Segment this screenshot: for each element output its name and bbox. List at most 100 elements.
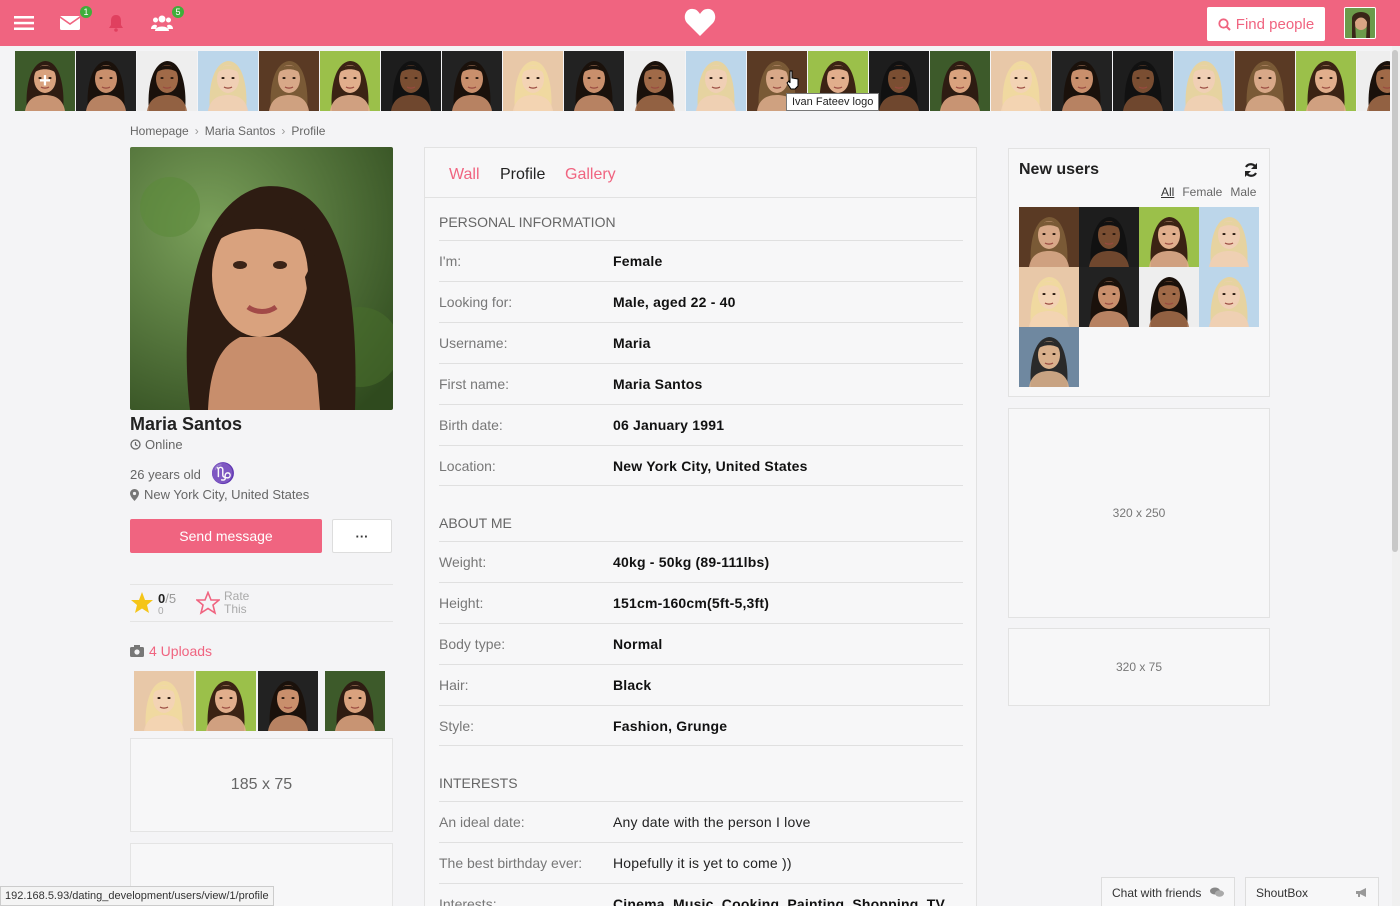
info-label: Weight:	[439, 554, 487, 570]
user-avatar[interactable]	[1344, 7, 1376, 39]
new-user-thumbnail[interactable]	[1079, 267, 1139, 327]
chat-with-friends-tab[interactable]: Chat with friends	[1101, 877, 1235, 906]
map-marker-icon	[130, 488, 139, 501]
chat-bubbles-icon	[1210, 887, 1224, 897]
rating-max: /5	[165, 591, 177, 606]
messages-badge: 1	[80, 6, 92, 18]
friends-icon[interactable]: 5	[150, 6, 184, 34]
refresh-icon[interactable]	[1243, 162, 1259, 178]
strip-member-photo[interactable]	[930, 51, 990, 111]
profile-age: 26 years old ♑	[130, 464, 236, 484]
search-icon	[1218, 17, 1231, 31]
strip-member-photo[interactable]	[503, 51, 563, 111]
profile-details-panel: Wall Profile Gallery PERSONAL INFORMATIO…	[424, 147, 977, 906]
page-scrollbar-thumb[interactable]	[1392, 50, 1398, 552]
messages-icon[interactable]: 1	[58, 6, 92, 34]
profile-photo[interactable]	[130, 147, 393, 410]
strip-member-photo[interactable]	[625, 51, 685, 111]
find-people-button[interactable]: Find people	[1207, 7, 1325, 41]
filter-female[interactable]: Female	[1182, 185, 1222, 199]
ad-banner-320x250[interactable]: 320 x 250	[1008, 408, 1270, 618]
info-label: I'm:	[439, 253, 462, 269]
strip-member-photo[interactable]	[1296, 51, 1356, 111]
info-value: Normal	[613, 636, 663, 652]
info-value: New York City, United States	[613, 458, 808, 474]
new-user-thumbnail[interactable]	[1079, 207, 1139, 267]
new-user-thumbnail[interactable]	[1139, 207, 1199, 267]
strip-member-photo[interactable]	[442, 51, 502, 111]
new-user-thumbnail[interactable]	[1019, 267, 1079, 327]
star-filled-icon	[131, 592, 153, 613]
filter-all[interactable]: All	[1161, 185, 1174, 199]
tab-gallery[interactable]: Gallery	[565, 166, 616, 184]
info-label: Birth date:	[439, 417, 503, 433]
info-label: Style:	[439, 718, 475, 734]
strip-member-photo[interactable]	[381, 51, 441, 111]
strip-member-photo[interactable]	[76, 51, 136, 111]
upload-thumbnail[interactable]	[196, 671, 256, 731]
strip-member-photo[interactable]	[991, 51, 1051, 111]
tab-wall[interactable]: Wall	[449, 166, 480, 184]
strip-member-photo[interactable]	[1113, 51, 1173, 111]
info-row: The best birthday ever: Hopefully it is y…	[439, 842, 963, 883]
filter-male[interactable]: Male	[1230, 185, 1256, 199]
info-label: Hair:	[439, 677, 469, 693]
pointer-cursor-icon	[786, 70, 799, 90]
breadcrumb-homepage[interactable]: Homepage	[130, 124, 189, 138]
friends-badge: 5	[172, 6, 184, 18]
star-outline-icon[interactable]	[196, 591, 220, 615]
info-value: Fashion, Grunge	[613, 718, 728, 734]
info-row: Hair: Black	[439, 664, 963, 705]
strip-member-photo[interactable]	[686, 51, 746, 111]
strip-member-photo[interactable]	[259, 51, 319, 111]
breadcrumb-user[interactable]: Maria Santos	[205, 124, 276, 138]
camera-icon	[130, 645, 144, 657]
megaphone-icon	[1356, 888, 1366, 897]
heart-logo-icon[interactable]	[684, 7, 716, 37]
strip-member-photo[interactable]	[1235, 51, 1295, 111]
strip-member-photo[interactable]	[320, 51, 380, 111]
upload-thumbnail[interactable]	[134, 671, 194, 731]
ad-banner-185x75[interactable]: 185 x 75	[130, 738, 393, 832]
strip-member-photo[interactable]	[1174, 51, 1234, 111]
new-user-thumbnail[interactable]	[1019, 207, 1079, 267]
strip-member-photo[interactable]	[1357, 51, 1390, 111]
strip-member-photo[interactable]	[1052, 51, 1112, 111]
shoutbox-tab[interactable]: ShoutBox	[1245, 877, 1379, 906]
info-value: Maria	[613, 335, 651, 351]
more-options-button[interactable]: ···	[332, 519, 392, 553]
top-bar: 1 5 Find people	[0, 0, 1400, 46]
breadcrumb-current: Profile	[291, 124, 326, 138]
new-user-thumbnail[interactable]	[1199, 267, 1259, 327]
browser-status-url: 192.168.5.93/dating_development/users/vi…	[0, 886, 274, 906]
uploads-link[interactable]: 4 Uploads	[130, 643, 212, 659]
info-label: Username:	[439, 335, 508, 351]
new-user-thumbnail[interactable]	[1199, 207, 1259, 267]
ad-banner-320x75[interactable]: 320 x 75	[1008, 628, 1270, 706]
info-value: Hopefully it is yet to come ))	[613, 855, 792, 871]
upload-thumbnail[interactable]	[258, 671, 318, 731]
info-row: Weight: 40kg - 50kg (89-111lbs)	[439, 541, 963, 582]
new-user-thumbnail[interactable]	[1139, 267, 1199, 327]
info-row: Location: New York City, United States	[439, 445, 963, 486]
add-to-strip-plus-icon[interactable]: +	[15, 51, 75, 111]
new-user-thumbnail[interactable]	[1019, 327, 1079, 387]
online-status-label: Online	[145, 437, 183, 452]
shoutbox-label: ShoutBox	[1256, 885, 1309, 900]
section-title-about: ABOUT ME	[439, 515, 512, 531]
age-label: 26 years old	[130, 466, 201, 482]
upload-thumbnail[interactable]	[325, 671, 385, 731]
info-label: An ideal date:	[439, 814, 525, 830]
strip-member-photo[interactable]	[137, 51, 197, 111]
new-users-title: New users	[1019, 161, 1100, 178]
send-message-button[interactable]: Send message	[130, 519, 322, 553]
notifications-bell-icon[interactable]	[104, 12, 128, 34]
info-row: Style: Fashion, Grunge	[439, 705, 963, 746]
strip-member-photo[interactable]	[198, 51, 258, 111]
info-label: Location:	[439, 458, 496, 474]
menu-icon[interactable]	[12, 12, 36, 34]
info-row: Birth date: 06 January 1991	[439, 404, 963, 445]
strip-member-photo[interactable]	[564, 51, 624, 111]
tab-profile[interactable]: Profile	[500, 166, 545, 184]
rate-this-link[interactable]: Rate This	[224, 590, 258, 616]
